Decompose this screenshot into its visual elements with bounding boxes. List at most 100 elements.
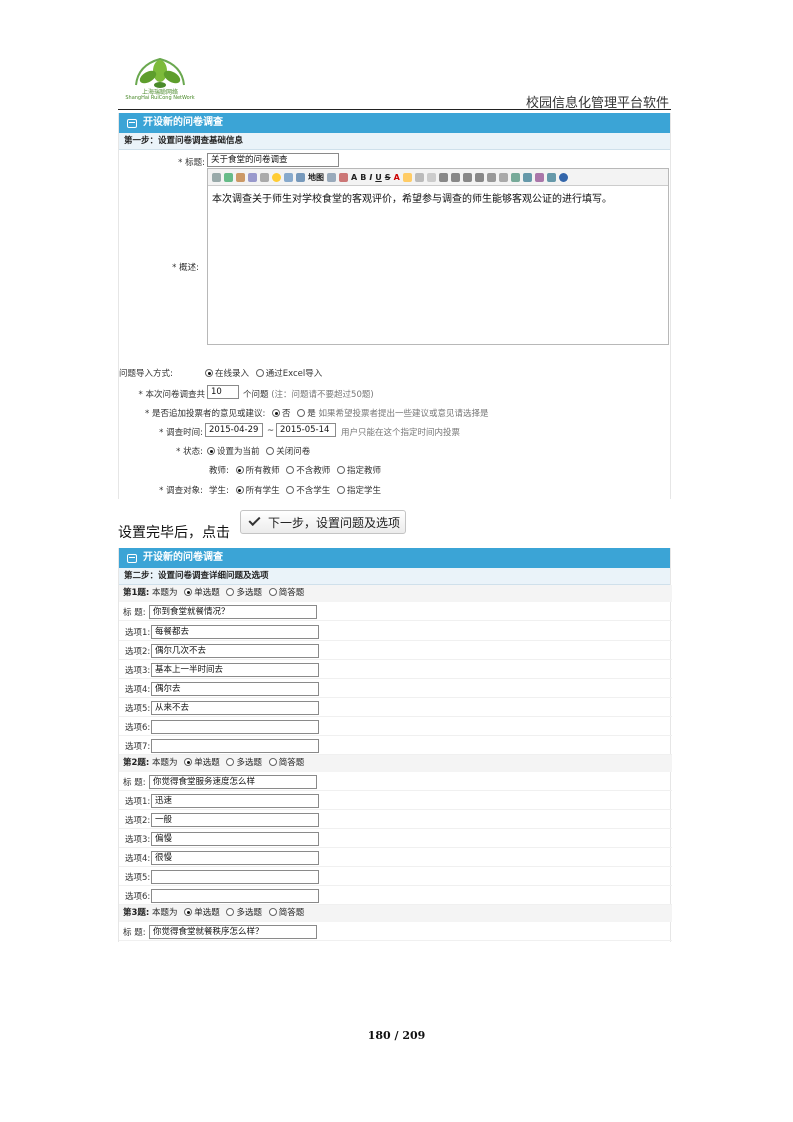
option-label: 选项7: — [125, 742, 151, 752]
status-current-radio[interactable] — [207, 447, 215, 455]
underline-icon[interactable]: U — [375, 173, 382, 182]
status-close-radio[interactable] — [266, 447, 275, 455]
teacher-none-label: 不含教师 — [296, 466, 331, 476]
option-input[interactable] — [151, 889, 319, 903]
question-title-input[interactable]: 你到食堂就餐情况？ — [149, 605, 317, 619]
clear-format-icon[interactable] — [339, 172, 348, 182]
align-left-icon[interactable] — [438, 172, 448, 182]
option-input[interactable] — [151, 870, 319, 884]
option-row: 选项4: 偶尔去 — [119, 680, 672, 698]
editor-content[interactable]: 本次调查关于师生对学校食堂的客观评价，希望参与调查的师生能够客观公证的进行填写。 — [208, 186, 668, 209]
multi-choice-radio[interactable] — [226, 588, 235, 596]
align-right-icon[interactable] — [462, 172, 472, 182]
media-icon[interactable] — [248, 172, 257, 182]
single-choice-radio[interactable] — [184, 908, 193, 916]
question-type-row: 第3题: 本题为 单选题 多选题 简答题 — [119, 905, 672, 922]
target-label: * 调查对象: — [159, 486, 203, 496]
multi-choice-radio[interactable] — [226, 758, 235, 766]
survey-title-input[interactable]: 关于食堂的问卷调查 — [207, 153, 339, 167]
question-title-input[interactable]: 你觉得食堂服务速度怎么样 — [149, 775, 317, 789]
suggest-label: * 是否追加投票者的意见或建议: — [145, 409, 266, 419]
student-none-label: 不含学生 — [296, 486, 331, 496]
single-choice-label: 单选题 — [194, 588, 220, 598]
teacher-all-radio[interactable] — [235, 466, 244, 474]
teacher-specific-radio[interactable] — [337, 466, 346, 474]
multi-choice-radio[interactable] — [226, 908, 235, 916]
count-label: * 本次问卷调查共 — [138, 390, 205, 400]
single-choice-radio[interactable] — [184, 588, 193, 596]
option-input[interactable]: 一般 — [151, 813, 319, 827]
template-icon[interactable] — [284, 172, 293, 182]
end-date-input[interactable]: 2015-05-14 — [276, 423, 336, 437]
strikethrough-icon[interactable]: S — [385, 173, 391, 182]
option-input[interactable] — [151, 739, 319, 753]
next-step-button[interactable]: 下一步，设置问题及选项 — [240, 510, 406, 534]
select-icon[interactable] — [414, 172, 424, 182]
italic-icon[interactable]: I — [369, 173, 372, 182]
option-input[interactable]: 基本上一半时间去 — [151, 663, 319, 677]
image-icon[interactable] — [224, 172, 233, 182]
teacher-none-radio[interactable] — [286, 466, 295, 474]
font-size-icon[interactable]: A — [351, 173, 357, 182]
option-label: 选项6: — [125, 892, 151, 902]
about-icon[interactable] — [558, 172, 568, 182]
option-row: 选项7: — [119, 737, 672, 755]
student-none-radio[interactable] — [286, 486, 295, 494]
fullscreen-icon[interactable] — [546, 172, 556, 182]
student-all-radio[interactable] — [235, 486, 244, 494]
option-input[interactable]: 每餐都去 — [151, 625, 319, 639]
option-input[interactable]: 偶尔去 — [151, 682, 319, 696]
eraser-icon[interactable] — [426, 172, 436, 182]
student-specific-radio[interactable] — [337, 486, 346, 494]
question-count-input[interactable]: 10 — [207, 385, 239, 399]
window-icon — [127, 118, 137, 128]
check-icon — [248, 513, 261, 527]
format-icon[interactable] — [327, 172, 336, 182]
preview-icon[interactable] — [522, 172, 532, 182]
hr-icon[interactable] — [260, 172, 269, 182]
option-label: 选项4: — [125, 685, 151, 695]
single-choice-label: 单选题 — [194, 758, 220, 768]
table-icon[interactable] — [296, 172, 305, 182]
import-online-radio[interactable] — [205, 369, 213, 377]
rich-text-editor[interactable]: 地图 A B I U S A 本次调查关于师生对学校食堂的客观评价，希望参与调查… — [207, 168, 669, 345]
unlink-icon[interactable] — [486, 172, 496, 182]
question-title-row: 标 题: 你觉得食堂服务速度怎么样 — [119, 773, 672, 791]
count-unit: 个问题 — [243, 390, 269, 400]
short-answer-radio[interactable] — [268, 758, 277, 766]
single-choice-radio[interactable] — [184, 758, 193, 766]
font-color-icon[interactable]: A — [394, 173, 400, 182]
map-button[interactable]: 地图 — [308, 173, 324, 182]
link-icon[interactable] — [212, 172, 221, 182]
short-answer-radio[interactable] — [268, 588, 277, 596]
suggest-note: 如果希望投票者提出一些建议或意见请选择是 — [318, 409, 489, 419]
source-code-icon[interactable] — [534, 172, 544, 182]
option-input[interactable]: 迅速 — [151, 794, 319, 808]
option-input[interactable]: 偶尔几次不去 — [151, 644, 319, 658]
start-date-input[interactable]: 2015-04-29 — [205, 423, 263, 437]
emoji-icon[interactable] — [272, 172, 281, 182]
survey-basic-panel: 开设新的问卷调查 第一步：设置问卷调查基础信息 * 标题: 关于食堂的问卷调查 … — [118, 113, 671, 499]
status-current-label: 设置为当前 — [217, 447, 260, 457]
student-specific-label: 指定学生 — [347, 486, 382, 496]
highlight-icon[interactable] — [402, 172, 412, 182]
suggest-no-radio[interactable] — [272, 409, 281, 417]
bold-icon[interactable]: B — [360, 173, 366, 182]
option-input[interactable]: 从来不去 — [151, 701, 319, 715]
survey-questions-panel: 开设新的问卷调查 第二步：设置问卷调查详细问题及选项 第1题: 本题为 单选题 … — [118, 548, 672, 942]
print-icon[interactable] — [510, 172, 520, 182]
flash-icon[interactable] — [236, 172, 245, 182]
option-input[interactable]: 偏慢 — [151, 832, 319, 846]
question-title-input[interactable]: 你觉得食堂就餐秩序怎么样？ — [149, 925, 317, 939]
multi-choice-label: 多选题 — [236, 588, 262, 598]
anchor-icon[interactable] — [498, 172, 508, 182]
question-number: 第1题: — [123, 588, 150, 598]
align-center-icon[interactable] — [450, 172, 460, 182]
option-label: 选项4: — [125, 854, 151, 864]
suggest-yes-radio[interactable] — [297, 409, 306, 417]
short-answer-radio[interactable] — [268, 908, 277, 916]
list-icon[interactable] — [474, 172, 484, 182]
import-excel-radio[interactable] — [255, 369, 264, 377]
option-input[interactable]: 很慢 — [151, 851, 319, 865]
option-input[interactable] — [151, 720, 319, 734]
